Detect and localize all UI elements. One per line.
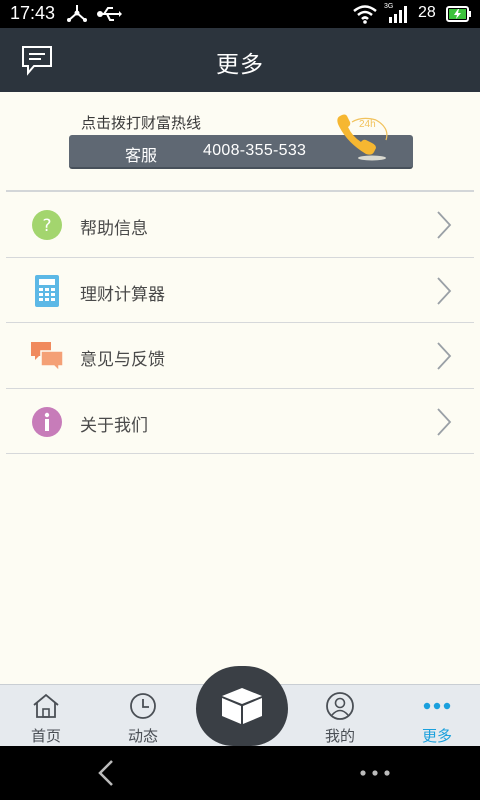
center-box-button[interactable]: [196, 666, 288, 746]
main-content: 点击拨打财富热线 客服 4008-355-533 24h ? 帮助信息 理财计算…: [0, 92, 480, 684]
menu-item-about[interactable]: 关于我们: [6, 389, 474, 454]
service-label: 客服: [125, 146, 158, 165]
tab-home[interactable]: 首页: [6, 685, 86, 747]
tab-mine[interactable]: 我的: [300, 685, 380, 747]
menu-item-label: 理财计算器: [80, 284, 165, 305]
wifi-icon: [353, 5, 377, 24]
tab-dynamics[interactable]: 动态: [103, 685, 183, 747]
phone-number: 4008-355-533: [203, 142, 307, 159]
battery-charging-icon: [446, 6, 471, 22]
tab-label: 动态: [127, 727, 158, 745]
chevron-right-icon: [437, 407, 452, 436]
status-time: 17:43: [10, 3, 56, 23]
hotline-label: 点击拨打财富热线: [81, 114, 202, 132]
help-icon: ?: [32, 210, 62, 240]
menu-item-label: 关于我们: [80, 415, 148, 436]
svg-text:?: ?: [42, 216, 51, 236]
status-bar: 17:43 3G 28: [0, 0, 480, 28]
chevron-right-icon: [437, 211, 452, 239]
feedback-icon: [31, 342, 64, 373]
usb-icon: [97, 7, 122, 21]
battery-level: 28: [418, 4, 436, 21]
chevron-right-icon: [437, 276, 452, 305]
more-icon: [423, 702, 451, 710]
menu-item-label: 帮助信息: [80, 219, 148, 239]
menu-item-label: 意见与反馈: [80, 350, 165, 370]
box-icon: [222, 688, 262, 724]
header: 更多: [0, 28, 480, 92]
phone-24h-icon: 24h: [337, 114, 388, 161]
menu-item-calculator[interactable]: 理财计算器: [6, 258, 474, 323]
info-icon: [32, 406, 62, 437]
menu-item-feedback[interactable]: 意见与反馈: [6, 323, 474, 389]
user-icon: [326, 692, 354, 720]
home-icon: [33, 693, 59, 718]
tab-label: 我的: [324, 727, 355, 745]
badge-24h: 24h: [359, 119, 376, 130]
menu-dots-icon[interactable]: [358, 766, 392, 780]
menu-item-help[interactable]: ? 帮助信息: [6, 192, 474, 258]
system-nav-bar: [0, 746, 480, 800]
menu-list: ? 帮助信息 理财计算器 意见与反馈 关于我们: [6, 192, 474, 454]
fork-icon: [67, 5, 87, 22]
signal-icon: [389, 6, 407, 23]
tab-label: 首页: [30, 727, 61, 745]
page-title: 更多: [216, 52, 264, 78]
calculator-icon: [35, 274, 59, 307]
tab-more[interactable]: 更多: [397, 685, 477, 747]
clock-icon: [130, 693, 156, 719]
tab-label: 更多: [421, 727, 452, 745]
back-icon[interactable]: [94, 758, 118, 788]
chevron-right-icon: [437, 342, 452, 370]
